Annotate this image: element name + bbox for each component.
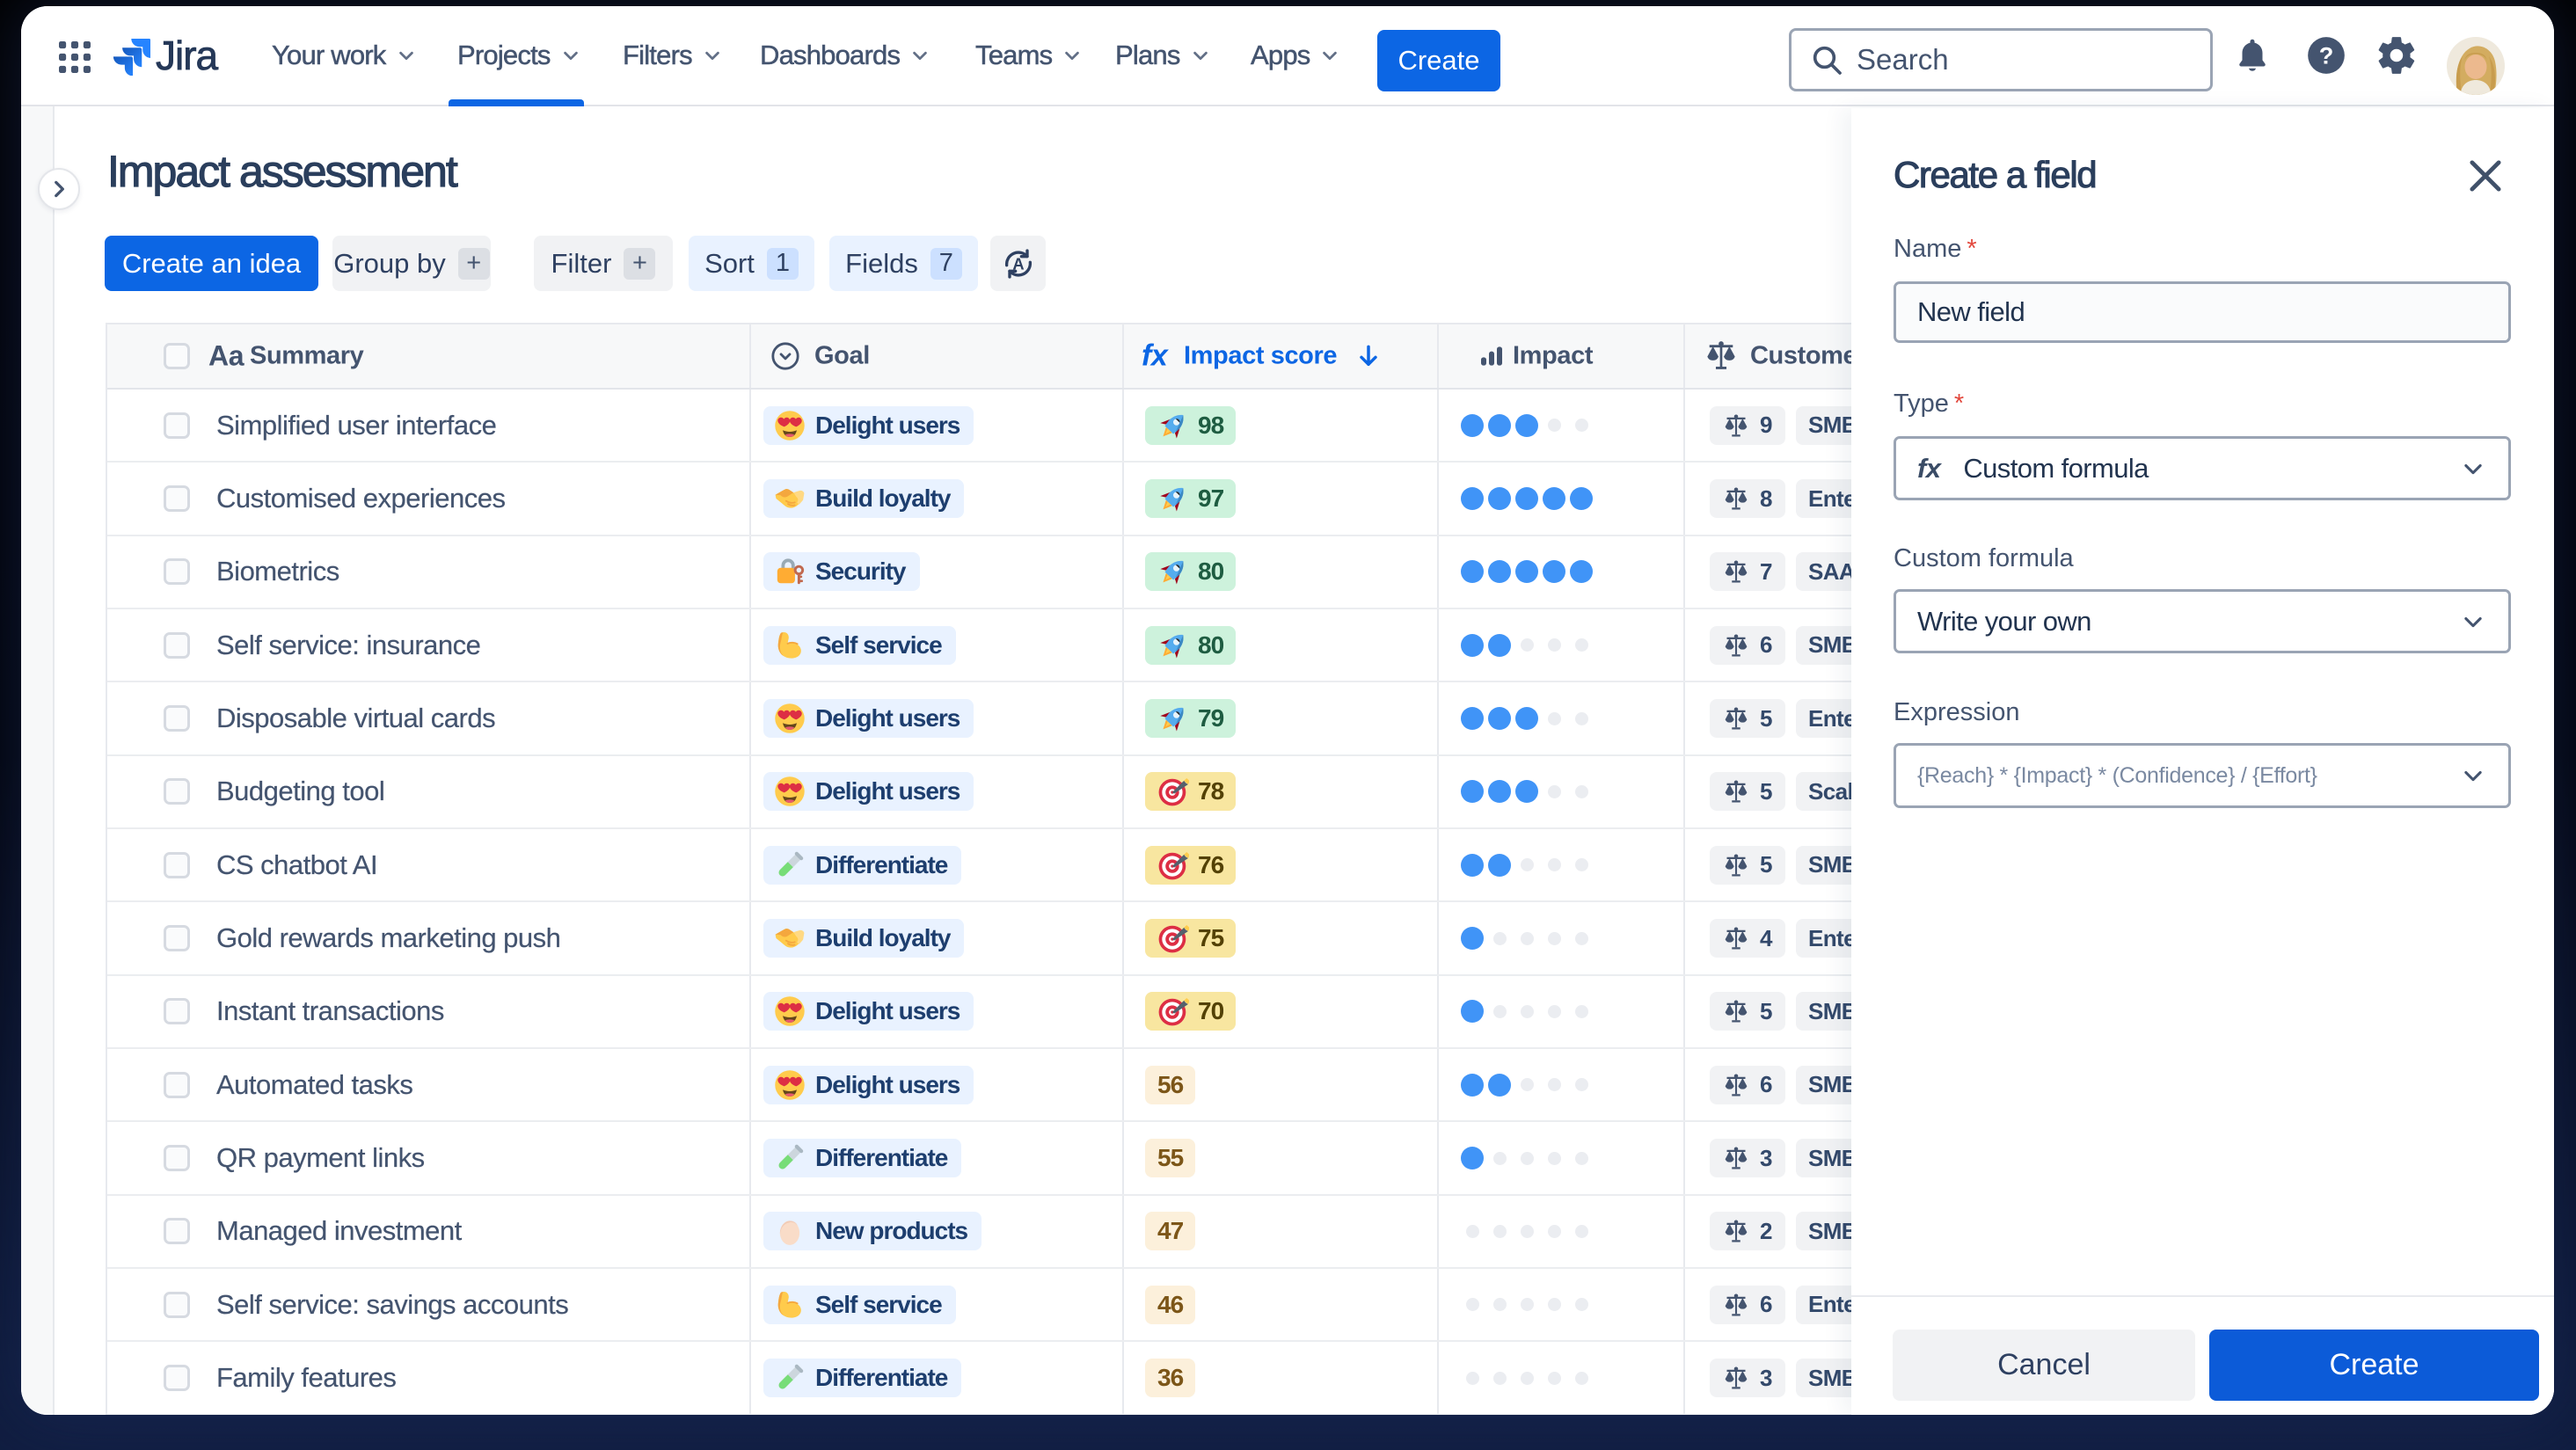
svg-text:A: A [1012,254,1024,273]
svg-text:?: ? [2319,41,2334,69]
